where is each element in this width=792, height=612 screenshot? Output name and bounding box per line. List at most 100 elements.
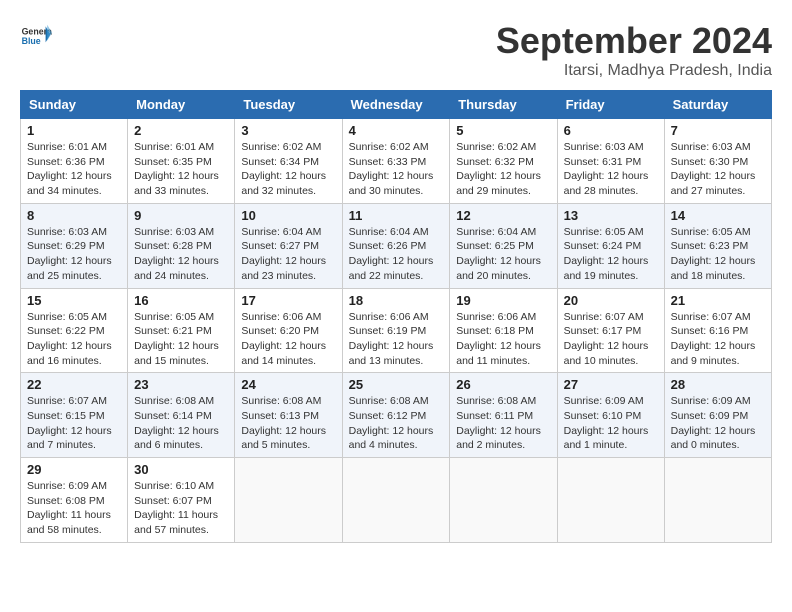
- day-info: Sunrise: 6:09 AM Sunset: 6:10 PM Dayligh…: [564, 394, 658, 453]
- calendar-cell: [557, 458, 664, 543]
- day-number: 18: [349, 293, 444, 308]
- day-info: Sunrise: 6:04 AM Sunset: 6:25 PM Dayligh…: [456, 225, 550, 284]
- day-info: Sunrise: 6:04 AM Sunset: 6:27 PM Dayligh…: [241, 225, 335, 284]
- calendar-cell: 15 Sunrise: 6:05 AM Sunset: 6:22 PM Dayl…: [21, 288, 128, 373]
- day-number: 4: [349, 123, 444, 138]
- day-number: 15: [27, 293, 121, 308]
- day-number: 9: [134, 208, 228, 223]
- day-number: 30: [134, 462, 228, 477]
- day-info: Sunrise: 6:08 AM Sunset: 6:14 PM Dayligh…: [134, 394, 228, 453]
- day-info: Sunrise: 6:03 AM Sunset: 6:29 PM Dayligh…: [27, 225, 121, 284]
- calendar-cell: 19 Sunrise: 6:06 AM Sunset: 6:18 PM Dayl…: [450, 288, 557, 373]
- calendar-cell: 9 Sunrise: 6:03 AM Sunset: 6:28 PM Dayli…: [128, 203, 235, 288]
- calendar-cell: 1 Sunrise: 6:01 AM Sunset: 6:36 PM Dayli…: [21, 119, 128, 204]
- day-number: 25: [349, 377, 444, 392]
- calendar-cell: 30 Sunrise: 6:10 AM Sunset: 6:07 PM Dayl…: [128, 458, 235, 543]
- day-number: 6: [564, 123, 658, 138]
- calendar-cell: 29 Sunrise: 6:09 AM Sunset: 6:08 PM Dayl…: [21, 458, 128, 543]
- col-saturday: Saturday: [664, 91, 771, 119]
- day-info: Sunrise: 6:06 AM Sunset: 6:19 PM Dayligh…: [349, 310, 444, 369]
- day-info: Sunrise: 6:05 AM Sunset: 6:23 PM Dayligh…: [671, 225, 765, 284]
- col-monday: Monday: [128, 91, 235, 119]
- calendar-week-row: 15 Sunrise: 6:05 AM Sunset: 6:22 PM Dayl…: [21, 288, 772, 373]
- day-number: 26: [456, 377, 550, 392]
- day-info: Sunrise: 6:08 AM Sunset: 6:11 PM Dayligh…: [456, 394, 550, 453]
- day-info: Sunrise: 6:05 AM Sunset: 6:22 PM Dayligh…: [27, 310, 121, 369]
- day-info: Sunrise: 6:07 AM Sunset: 6:15 PM Dayligh…: [27, 394, 121, 453]
- day-info: Sunrise: 6:02 AM Sunset: 6:33 PM Dayligh…: [349, 140, 444, 199]
- day-info: Sunrise: 6:01 AM Sunset: 6:36 PM Dayligh…: [27, 140, 121, 199]
- day-number: 3: [241, 123, 335, 138]
- calendar-cell: 20 Sunrise: 6:07 AM Sunset: 6:17 PM Dayl…: [557, 288, 664, 373]
- col-sunday: Sunday: [21, 91, 128, 119]
- day-info: Sunrise: 6:06 AM Sunset: 6:18 PM Dayligh…: [456, 310, 550, 369]
- day-info: Sunrise: 6:02 AM Sunset: 6:34 PM Dayligh…: [241, 140, 335, 199]
- day-info: Sunrise: 6:09 AM Sunset: 6:09 PM Dayligh…: [671, 394, 765, 453]
- day-number: 8: [27, 208, 121, 223]
- calendar-cell: [664, 458, 771, 543]
- calendar-week-row: 8 Sunrise: 6:03 AM Sunset: 6:29 PM Dayli…: [21, 203, 772, 288]
- day-number: 19: [456, 293, 550, 308]
- calendar-cell: 17 Sunrise: 6:06 AM Sunset: 6:20 PM Dayl…: [235, 288, 342, 373]
- month-title: September 2024: [496, 20, 772, 62]
- calendar-cell: 28 Sunrise: 6:09 AM Sunset: 6:09 PM Dayl…: [664, 373, 771, 458]
- calendar-cell: 3 Sunrise: 6:02 AM Sunset: 6:34 PM Dayli…: [235, 119, 342, 204]
- day-number: 29: [27, 462, 121, 477]
- day-info: Sunrise: 6:02 AM Sunset: 6:32 PM Dayligh…: [456, 140, 550, 199]
- calendar-cell: [450, 458, 557, 543]
- calendar-cell: [342, 458, 450, 543]
- calendar-week-row: 29 Sunrise: 6:09 AM Sunset: 6:08 PM Dayl…: [21, 458, 772, 543]
- day-number: 21: [671, 293, 765, 308]
- col-thursday: Thursday: [450, 91, 557, 119]
- calendar-cell: 6 Sunrise: 6:03 AM Sunset: 6:31 PM Dayli…: [557, 119, 664, 204]
- day-info: Sunrise: 6:03 AM Sunset: 6:30 PM Dayligh…: [671, 140, 765, 199]
- calendar-cell: 8 Sunrise: 6:03 AM Sunset: 6:29 PM Dayli…: [21, 203, 128, 288]
- day-info: Sunrise: 6:05 AM Sunset: 6:24 PM Dayligh…: [564, 225, 658, 284]
- calendar-cell: 21 Sunrise: 6:07 AM Sunset: 6:16 PM Dayl…: [664, 288, 771, 373]
- day-number: 28: [671, 377, 765, 392]
- calendar-cell: 11 Sunrise: 6:04 AM Sunset: 6:26 PM Dayl…: [342, 203, 450, 288]
- calendar-cell: 27 Sunrise: 6:09 AM Sunset: 6:10 PM Dayl…: [557, 373, 664, 458]
- title-section: September 2024 Itarsi, Madhya Pradesh, I…: [496, 20, 772, 80]
- calendar-cell: 13 Sunrise: 6:05 AM Sunset: 6:24 PM Dayl…: [557, 203, 664, 288]
- day-info: Sunrise: 6:07 AM Sunset: 6:16 PM Dayligh…: [671, 310, 765, 369]
- day-number: 27: [564, 377, 658, 392]
- day-number: 12: [456, 208, 550, 223]
- day-number: 16: [134, 293, 228, 308]
- logo: General Blue: [20, 20, 52, 52]
- day-number: 14: [671, 208, 765, 223]
- calendar-week-row: 22 Sunrise: 6:07 AM Sunset: 6:15 PM Dayl…: [21, 373, 772, 458]
- day-number: 23: [134, 377, 228, 392]
- day-info: Sunrise: 6:05 AM Sunset: 6:21 PM Dayligh…: [134, 310, 228, 369]
- calendar-cell: 4 Sunrise: 6:02 AM Sunset: 6:33 PM Dayli…: [342, 119, 450, 204]
- calendar-cell: 5 Sunrise: 6:02 AM Sunset: 6:32 PM Dayli…: [450, 119, 557, 204]
- day-info: Sunrise: 6:07 AM Sunset: 6:17 PM Dayligh…: [564, 310, 658, 369]
- day-number: 13: [564, 208, 658, 223]
- day-info: Sunrise: 6:06 AM Sunset: 6:20 PM Dayligh…: [241, 310, 335, 369]
- day-info: Sunrise: 6:01 AM Sunset: 6:35 PM Dayligh…: [134, 140, 228, 199]
- calendar-cell: 16 Sunrise: 6:05 AM Sunset: 6:21 PM Dayl…: [128, 288, 235, 373]
- calendar-cell: 24 Sunrise: 6:08 AM Sunset: 6:13 PM Dayl…: [235, 373, 342, 458]
- calendar-cell: [235, 458, 342, 543]
- day-info: Sunrise: 6:10 AM Sunset: 6:07 PM Dayligh…: [134, 479, 228, 538]
- calendar-cell: 7 Sunrise: 6:03 AM Sunset: 6:30 PM Dayli…: [664, 119, 771, 204]
- svg-text:Blue: Blue: [22, 36, 41, 46]
- day-number: 22: [27, 377, 121, 392]
- day-info: Sunrise: 6:04 AM Sunset: 6:26 PM Dayligh…: [349, 225, 444, 284]
- day-number: 17: [241, 293, 335, 308]
- day-info: Sunrise: 6:03 AM Sunset: 6:28 PM Dayligh…: [134, 225, 228, 284]
- logo-icon: General Blue: [20, 20, 52, 52]
- calendar-cell: 26 Sunrise: 6:08 AM Sunset: 6:11 PM Dayl…: [450, 373, 557, 458]
- day-number: 24: [241, 377, 335, 392]
- calendar-cell: 18 Sunrise: 6:06 AM Sunset: 6:19 PM Dayl…: [342, 288, 450, 373]
- day-info: Sunrise: 6:09 AM Sunset: 6:08 PM Dayligh…: [27, 479, 121, 538]
- col-friday: Friday: [557, 91, 664, 119]
- calendar-cell: 12 Sunrise: 6:04 AM Sunset: 6:25 PM Dayl…: [450, 203, 557, 288]
- calendar-header-row: Sunday Monday Tuesday Wednesday Thursday…: [21, 91, 772, 119]
- day-info: Sunrise: 6:03 AM Sunset: 6:31 PM Dayligh…: [564, 140, 658, 199]
- col-wednesday: Wednesday: [342, 91, 450, 119]
- location-title: Itarsi, Madhya Pradesh, India: [496, 62, 772, 80]
- day-number: 5: [456, 123, 550, 138]
- day-number: 20: [564, 293, 658, 308]
- calendar-cell: 2 Sunrise: 6:01 AM Sunset: 6:35 PM Dayli…: [128, 119, 235, 204]
